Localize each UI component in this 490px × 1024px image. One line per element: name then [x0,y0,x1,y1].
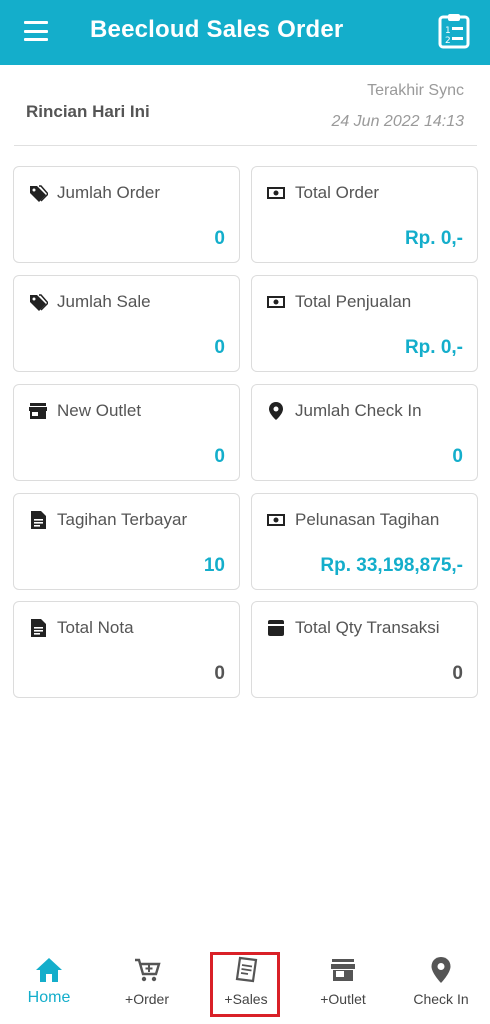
card-label: Total Nota [57,618,134,637]
document-icon [31,511,46,529]
card-label: Total Penjualan [295,292,412,311]
card-value: 0 [214,663,225,684]
home-icon [36,958,62,982]
card-value: Rp. 0,- [404,228,463,249]
tag-icon [30,294,48,311]
card-value: 10 [203,555,225,576]
sync-label: Terakhir Sync [367,82,464,99]
card-label: Jumlah Check In [295,401,422,420]
card-label: New Outlet [57,401,142,420]
card-label: Tagihan Terbayar [57,510,188,529]
nav-label: Home [27,989,71,1006]
card-pelunasan-tagihan[interactable]: Pelunasan Tagihan Rp. 33,198,875,- [251,493,478,590]
card-value: Rp. 0,- [404,337,463,358]
nav-label: Check In [413,991,469,1007]
svg-text:1: 1 [445,26,451,36]
card-new-outlet[interactable]: New Outlet 0 [13,384,240,481]
clipboard-list-icon[interactable]: 1 2 [436,12,472,50]
card-jumlah-sale[interactable]: Jumlah Sale 0 [13,275,240,372]
money-icon [267,514,285,526]
card-total-order[interactable]: Total Order Rp. 0,- [251,166,478,263]
money-icon [267,296,285,308]
card-jumlah-check-in[interactable]: Jumlah Check In 0 [251,384,478,481]
nav-add-order[interactable]: +Order [102,955,192,1021]
card-value: 0 [452,663,463,684]
highlight-box [210,952,280,1017]
divider [14,145,477,146]
card-value: 0 [214,446,225,467]
card-label: Total Order [295,183,380,202]
document-icon [31,619,46,637]
tag-icon [30,185,48,202]
card-total-penjualan[interactable]: Total Penjualan Rp. 0,- [251,275,478,372]
card-total-nota[interactable]: Total Nota 0 [13,601,240,698]
location-pin-icon [269,402,283,420]
card-label: Pelunasan Tagihan [295,510,440,529]
nav-add-outlet[interactable]: +Outlet [298,955,388,1021]
nav-home[interactable]: Home [4,955,94,1021]
nav-label: +Outlet [320,991,366,1007]
card-value: 0 [452,446,463,467]
svg-text:2: 2 [445,36,451,46]
card-tagihan-terbayar[interactable]: Tagihan Terbayar 10 [13,493,240,590]
nav-label: +Order [125,991,169,1007]
section-title: Rincian Hari Ini [26,102,150,121]
card-value: Rp. 33,198,875,- [320,555,463,576]
app-bar: Beecloud Sales Order 1 2 [0,0,490,65]
hamburger-menu-icon[interactable] [22,18,50,44]
card-label: Jumlah Order [57,183,160,202]
nav-check-in[interactable]: Check In [396,955,486,1021]
card-icon [268,620,284,636]
store-icon [331,959,355,981]
card-value: 0 [214,228,225,249]
card-label: Jumlah Sale [57,292,151,311]
money-icon [267,187,285,199]
store-icon [29,403,47,419]
location-pin-icon [431,957,451,983]
card-jumlah-order[interactable]: Jumlah Order 0 [13,166,240,263]
cart-plus-icon [135,958,161,982]
sync-timestamp: 24 Jun 2022 14:13 [331,113,464,130]
card-value: 0 [214,337,225,358]
card-total-qty-transaksi[interactable]: Total Qty Transaksi 0 [251,601,478,698]
app-title: Beecloud Sales Order [90,16,344,43]
card-label: Total Qty Transaksi [295,618,440,637]
